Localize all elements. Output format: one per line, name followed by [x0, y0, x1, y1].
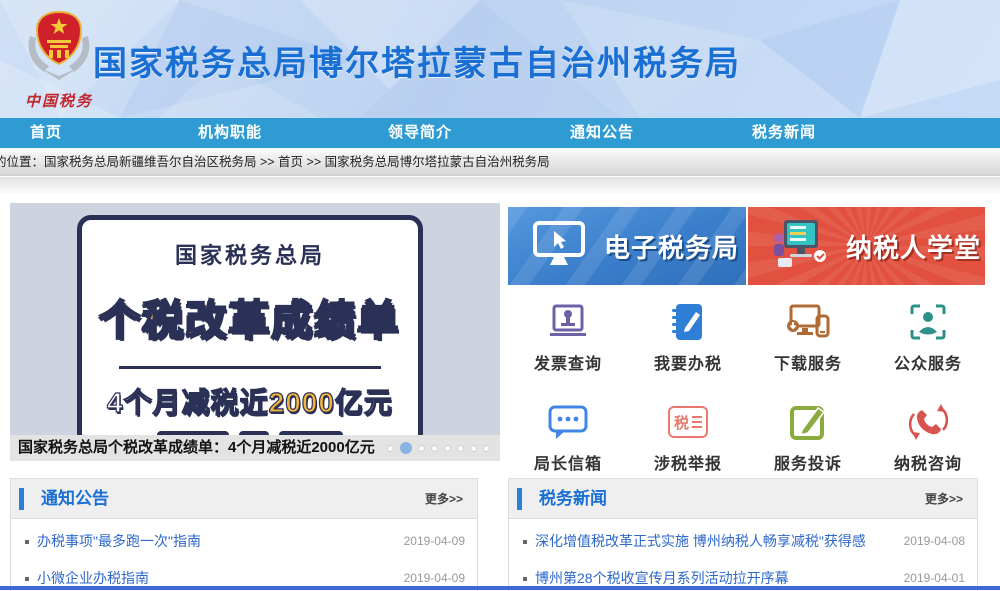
nav-item-notices[interactable]: 通知公告 — [570, 118, 634, 148]
carousel-dot[interactable] — [457, 445, 464, 452]
service-label: 局长信箱 — [534, 450, 602, 474]
carousel-dot[interactable] — [387, 445, 394, 452]
logo-caption: 中国税务 — [16, 90, 102, 111]
complaint-pencil-icon — [788, 400, 828, 444]
bullet-icon — [25, 577, 29, 581]
carousel-dot-active[interactable] — [400, 442, 412, 454]
service-label: 涉税举报 — [654, 450, 722, 474]
notices-panel-header: 通知公告 更多>> — [11, 479, 477, 519]
notices-panel-title: 通知公告 — [41, 479, 109, 519]
tax-stamp-icon: 税 — [668, 400, 708, 444]
service-public[interactable]: 公众服务 — [868, 300, 988, 374]
notice-link[interactable]: 办税事项"最多跑一次"指南 — [37, 523, 201, 560]
taxpayer-school-label: 纳税人学堂 — [846, 228, 981, 265]
panel-accent-bar — [19, 488, 24, 510]
list-item: 深化增值税改革正式实施 博州纳税人畅享减税"获得感" 2019-04-08 — [509, 523, 977, 560]
list-item: 办税事项"最多跑一次"指南 2019-04-09 — [11, 523, 477, 560]
notice-date: 2019-04-09 — [404, 523, 465, 560]
nav-item-news[interactable]: 税务新闻 — [752, 118, 816, 148]
breadcrumb-fade — [0, 177, 1000, 195]
service-tax-handle[interactable]: 我要办税 — [628, 300, 748, 374]
service-consult[interactable]: 纳税咨询 — [868, 400, 988, 474]
news-date: 2019-04-08 — [904, 523, 965, 560]
subline-part-white: 4个月减税近 — [107, 387, 269, 418]
download-devices-icon — [785, 300, 831, 344]
tax-notebook-icon — [668, 300, 708, 344]
page: 中国税务 国家税务总局博尔塔拉蒙古自治州税务局 首页 机构职能 领导简介 通知公… — [0, 0, 1000, 591]
carousel-dots — [387, 435, 490, 461]
tax-emblem-icon — [16, 6, 102, 90]
stamp-text: 税 — [674, 412, 689, 433]
phone-consult-icon — [908, 400, 948, 444]
monitor-cursor-icon — [530, 219, 588, 274]
invoice-query-icon — [546, 300, 590, 344]
subline-part-white2: 亿元 — [335, 387, 393, 418]
notices-panel: 通知公告 更多>> 办税事项"最多跑一次"指南 2019-04-09 小微企业办… — [10, 478, 478, 591]
mailbox-bubble-icon — [546, 400, 590, 444]
service-complaint[interactable]: 服务投诉 — [748, 400, 868, 474]
service-mailbox[interactable]: 局长信箱 — [508, 400, 628, 474]
footer-divider — [0, 586, 1000, 590]
breadcrumb-text[interactable]: 的位置：国家税务总局新疆维吾尔自治区税务局 >> 首页 >> 国家税务总局博尔塔… — [0, 148, 550, 176]
slide-subline: 4个月减税近2000亿元 — [82, 385, 418, 421]
notices-more-link[interactable]: 更多>> — [425, 479, 463, 519]
service-label: 服务投诉 — [774, 450, 842, 474]
breadcrumb: 的位置：国家税务总局新疆维吾尔自治区税务局 >> 首页 >> 国家税务总局博尔塔… — [0, 148, 1000, 176]
service-label: 发票查询 — [534, 350, 602, 374]
news-more-link[interactable]: 更多>> — [925, 479, 963, 519]
taxpayer-school-button[interactable]: 纳税人学堂 — [748, 207, 985, 285]
service-download[interactable]: 下载服务 — [748, 300, 868, 374]
service-label: 下载服务 — [774, 350, 842, 374]
carousel-dot[interactable] — [431, 445, 438, 452]
bullet-icon — [25, 540, 29, 544]
service-label: 纳税咨询 — [894, 450, 962, 474]
slide-divider — [119, 366, 381, 369]
carousel-slide-card: 国家税务总局 个税改革成绩单 4个月减税近2000亿元 — [77, 215, 423, 435]
classroom-computer-icon — [770, 216, 830, 277]
service-grid: 发票查询 我要办税 — [508, 300, 988, 474]
service-label: 公众服务 — [894, 350, 962, 374]
panel-accent-bar — [517, 488, 522, 510]
etax-bureau-button[interactable]: 电子税务局 — [508, 207, 746, 285]
bullet-icon — [523, 540, 527, 544]
carousel-dot[interactable] — [470, 445, 477, 452]
news-list: 深化增值税改革正式实施 博州纳税人畅享减税"获得感" 2019-04-08 博州… — [509, 519, 977, 591]
bullet-icon — [523, 577, 527, 581]
carousel-caption-bar: 国家税务总局个税改革成绩单：4个月减税近2000亿元 — [10, 435, 500, 461]
carousel-dot[interactable] — [418, 445, 425, 452]
news-link[interactable]: 深化增值税改革正式实施 博州纳税人畅享减税"获得感" — [535, 523, 865, 560]
news-panel: 税务新闻 更多>> 深化增值税改革正式实施 博州纳税人畅享减税"获得感" 201… — [508, 478, 978, 591]
news-panel-header: 税务新闻 更多>> — [509, 479, 977, 519]
subline-part-yellow: 2000 — [269, 387, 335, 418]
slide-org-text: 国家税务总局 — [82, 242, 418, 270]
news-panel-title: 税务新闻 — [539, 479, 607, 519]
service-tax-report[interactable]: 税 涉税举报 — [628, 400, 748, 474]
site-header: 中国税务 国家税务总局博尔塔拉蒙古自治州税务局 — [0, 0, 1000, 118]
nav-item-functions[interactable]: 机构职能 — [198, 118, 262, 148]
nav-item-leaders[interactable]: 领导简介 — [388, 118, 452, 148]
carousel-dot[interactable] — [444, 445, 451, 452]
carousel-caption[interactable]: 国家税务总局个税改革成绩单：4个月减税近2000亿元 — [18, 435, 375, 461]
carousel-dot[interactable] — [483, 445, 490, 452]
slide-headline: 个税改革成绩单 — [82, 294, 418, 346]
etax-bureau-label: 电子税务局 — [604, 228, 739, 265]
notices-list: 办税事项"最多跑一次"指南 2019-04-09 小微企业办税指南 2019-0… — [11, 519, 477, 591]
carousel-slide-image[interactable]: 国家税务总局 个税改革成绩单 4个月减税近2000亿元 — [10, 203, 500, 435]
service-invoice-query[interactable]: 发票查询 — [508, 300, 628, 374]
nav-item-home[interactable]: 首页 — [30, 118, 62, 148]
tax-bureau-logo: 中国税务 — [16, 6, 102, 114]
main-nav: 首页 机构职能 领导简介 通知公告 税务新闻 — [0, 118, 1000, 148]
page-title: 国家税务总局博尔塔拉蒙古自治州税务局 — [93, 36, 741, 85]
service-label: 我要办税 — [654, 350, 722, 374]
news-carousel: 国家税务总局 个税改革成绩单 4个月减税近2000亿元 国家税务总局个税改革成绩… — [10, 203, 500, 461]
public-person-icon — [908, 300, 948, 344]
